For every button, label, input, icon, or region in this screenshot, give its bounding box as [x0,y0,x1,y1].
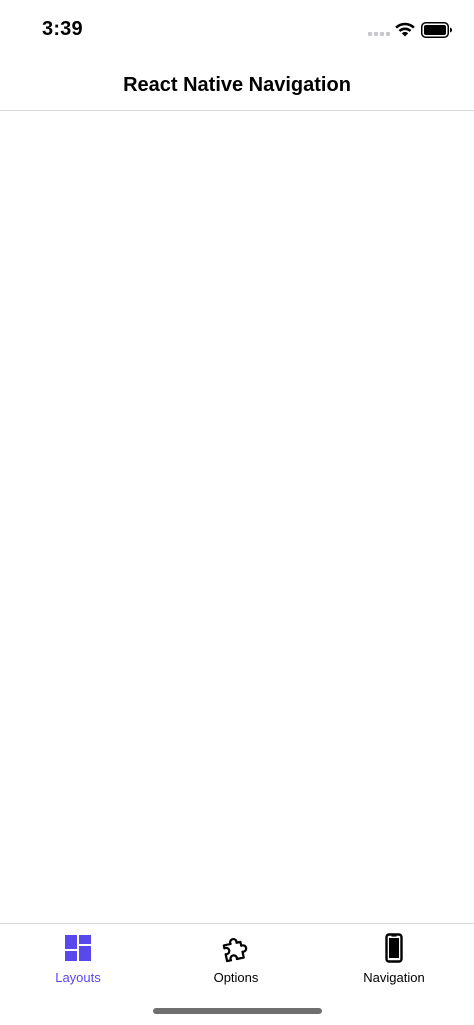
tab-options[interactable]: Options [176,933,296,993]
navigation-header: React Native Navigation [0,60,474,111]
wifi-icon [395,22,415,37]
tab-options-label: Options [213,970,259,985]
tab-layouts-label: Layouts [55,970,101,985]
page-title: React Native Navigation [123,73,351,96]
cellular-signal-icon [368,32,390,36]
puzzle-icon [222,937,248,963]
status-bar: 3:39 [0,0,474,60]
tab-navigation[interactable]: Navigation [334,933,454,993]
tab-layouts[interactable]: Layouts [18,933,138,993]
app-screen: 3:39 React Native Navigation Layouts Opt… [0,0,474,1025]
phone-icon [385,933,403,963]
tab-navigation-label: Navigation [363,970,425,985]
main-content [0,111,474,923]
status-time: 3:39 [42,18,83,40]
layouts-icon [65,935,91,961]
home-indicator[interactable] [153,1008,322,1014]
battery-icon [421,22,452,38]
